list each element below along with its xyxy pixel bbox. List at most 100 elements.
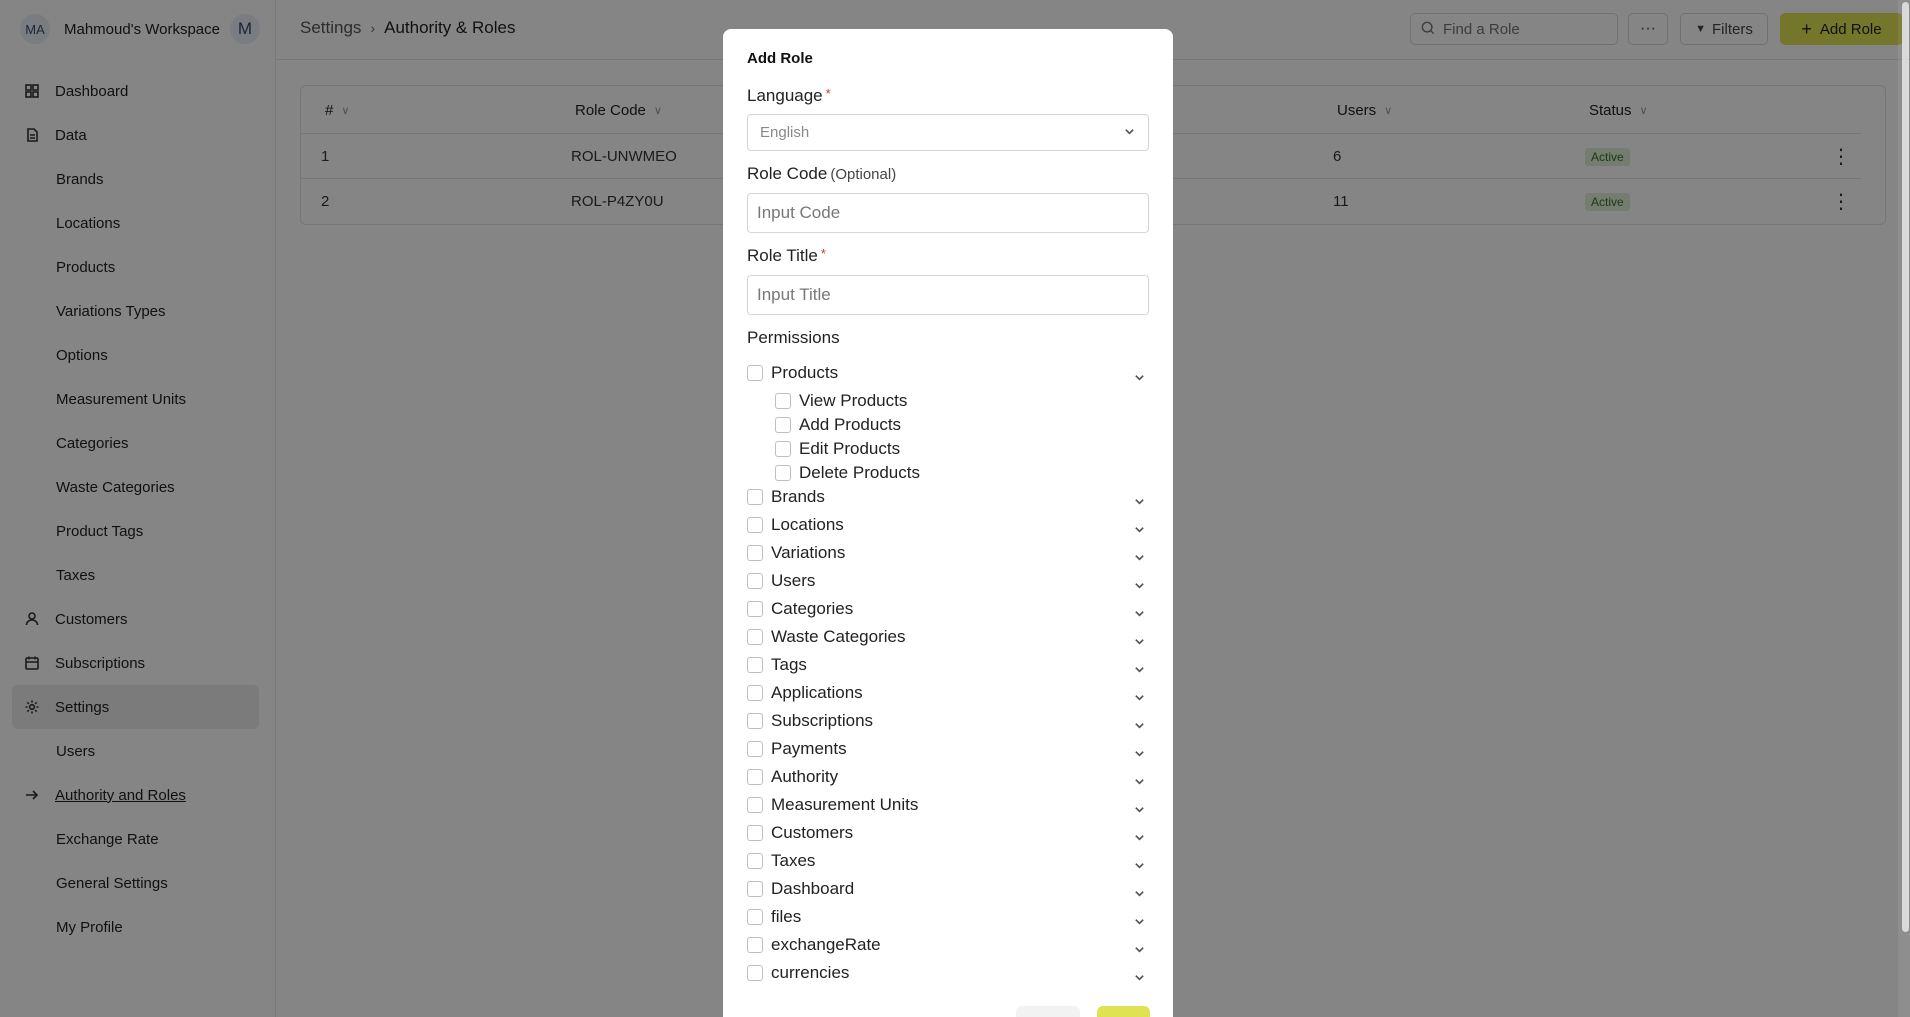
- chevron-down-icon[interactable]: [1134, 828, 1145, 841]
- permission-group-locations[interactable]: Locations: [747, 514, 1149, 536]
- language-select[interactable]: English: [747, 114, 1149, 151]
- permissions-label: Permissions: [747, 328, 840, 347]
- checkbox[interactable]: [747, 825, 763, 841]
- chevron-down-icon: [1124, 124, 1134, 135]
- permission-group-exchangerate[interactable]: exchangeRate: [747, 934, 1149, 956]
- label-text: Role Code: [747, 164, 828, 183]
- chevron-down-icon[interactable]: [1134, 520, 1145, 533]
- permission-label: Users: [771, 571, 816, 590]
- permission-group-measurement-units[interactable]: Measurement Units: [747, 794, 1149, 816]
- permission-label: Tags: [771, 655, 807, 674]
- checkbox[interactable]: [747, 365, 763, 381]
- permission-label: Authority: [771, 767, 839, 786]
- permission-label: files: [771, 907, 802, 926]
- chevron-down-icon[interactable]: [1134, 492, 1145, 505]
- checkbox[interactable]: [747, 713, 763, 729]
- checkbox[interactable]: [747, 489, 763, 505]
- checkbox[interactable]: [747, 881, 763, 897]
- modal-title: Add Role: [747, 50, 813, 67]
- checkbox[interactable]: [747, 685, 763, 701]
- chevron-up-icon[interactable]: [1134, 368, 1145, 381]
- checkbox[interactable]: [775, 417, 791, 433]
- checkbox[interactable]: [747, 937, 763, 953]
- checkbox[interactable]: [775, 465, 791, 481]
- checkbox[interactable]: [775, 441, 791, 457]
- permission-label: Locations: [771, 515, 844, 534]
- permission-group-brands[interactable]: Brands: [747, 486, 1149, 508]
- permission-edit-products[interactable]: Edit Products: [775, 438, 975, 460]
- cancel-button[interactable]: [1016, 1006, 1080, 1017]
- checkbox[interactable]: [747, 545, 763, 561]
- role-code-input[interactable]: Input Code: [747, 193, 1149, 233]
- permission-label: Taxes: [771, 851, 816, 870]
- chevron-down-icon[interactable]: [1134, 716, 1145, 729]
- permission-group-subscriptions[interactable]: Subscriptions: [747, 710, 1149, 732]
- permission-group-categories[interactable]: Categories: [747, 598, 1149, 620]
- permission-group-variations[interactable]: Variations: [747, 542, 1149, 564]
- permission-label: View Products: [799, 391, 908, 410]
- label-text: Language: [747, 86, 823, 105]
- permission-label: Products: [771, 363, 839, 382]
- permission-add-products[interactable]: Add Products: [775, 414, 975, 436]
- optional-hint: (Optional): [830, 166, 897, 183]
- permission-label: Subscriptions: [771, 711, 874, 730]
- checkbox[interactable]: [747, 517, 763, 533]
- label-text: Role Title: [747, 246, 818, 265]
- checkbox[interactable]: [747, 909, 763, 925]
- permission-view-products[interactable]: View Products: [775, 390, 975, 412]
- permission-label: Variations: [771, 543, 846, 562]
- permission-label: Categories: [771, 599, 854, 618]
- chevron-down-icon[interactable]: [1134, 660, 1145, 673]
- permission-group-dashboard[interactable]: Dashboard: [747, 878, 1149, 900]
- permission-label: Customers: [771, 823, 854, 842]
- checkbox[interactable]: [747, 853, 763, 869]
- permission-group-customers[interactable]: Customers: [747, 822, 1149, 844]
- checkbox[interactable]: [747, 741, 763, 757]
- permission-group-authority[interactable]: Authority: [747, 766, 1149, 788]
- permission-group-waste-categories[interactable]: Waste Categories: [747, 626, 1149, 648]
- required-mark: *: [825, 86, 831, 101]
- chevron-down-icon[interactable]: [1134, 968, 1145, 981]
- save-button[interactable]: [1097, 1006, 1150, 1017]
- chevron-down-icon[interactable]: [1134, 800, 1145, 813]
- permission-group-currencies[interactable]: currencies: [747, 962, 1149, 984]
- permission-group-products[interactable]: Products: [747, 362, 1149, 384]
- permission-label: Add Products: [799, 415, 902, 434]
- permission-group-taxes[interactable]: Taxes: [747, 850, 1149, 872]
- permission-label: Edit Products: [799, 439, 901, 458]
- chevron-down-icon[interactable]: [1134, 912, 1145, 925]
- permission-group-tags[interactable]: Tags: [747, 654, 1149, 676]
- chevron-down-icon[interactable]: [1134, 856, 1145, 869]
- checkbox[interactable]: [747, 629, 763, 645]
- chevron-down-icon[interactable]: [1134, 604, 1145, 617]
- permission-group-users[interactable]: Users: [747, 570, 1149, 592]
- chevron-down-icon[interactable]: [1134, 772, 1145, 785]
- checkbox[interactable]: [747, 657, 763, 673]
- chevron-down-icon[interactable]: [1134, 744, 1145, 757]
- checkbox[interactable]: [747, 573, 763, 589]
- role-title-input[interactable]: Input Title: [747, 275, 1149, 315]
- chevron-down-icon[interactable]: [1134, 940, 1145, 953]
- chevron-down-icon[interactable]: [1134, 632, 1145, 645]
- chevron-down-icon[interactable]: [1134, 688, 1145, 701]
- permission-group-applications[interactable]: Applications: [747, 682, 1149, 704]
- checkbox[interactable]: [747, 965, 763, 981]
- chevron-down-icon[interactable]: [1134, 576, 1145, 589]
- checkbox[interactable]: [775, 393, 791, 409]
- permission-label: Payments: [771, 739, 847, 758]
- add-role-modal: Add Role Language * English Role Code (Opt…: [723, 29, 1173, 1017]
- permission-delete-products[interactable]: Delete Products: [775, 462, 975, 484]
- permission-label: currencies: [771, 963, 850, 982]
- permission-label: Delete Products: [799, 463, 920, 482]
- checkbox[interactable]: [747, 601, 763, 617]
- permission-label: Brands: [771, 487, 825, 506]
- chevron-down-icon[interactable]: [1134, 884, 1145, 897]
- checkbox[interactable]: [747, 797, 763, 813]
- permission-group-files[interactable]: files: [747, 906, 1149, 928]
- checkbox[interactable]: [747, 769, 763, 785]
- chevron-down-icon[interactable]: [1134, 548, 1145, 561]
- permission-group-payments[interactable]: Payments: [747, 738, 1149, 760]
- role-code-label: Role Code (Optional): [747, 164, 896, 184]
- permission-label: Measurement Units: [771, 795, 919, 814]
- scrollbar-thumb[interactable]: [1902, 2, 1909, 932]
